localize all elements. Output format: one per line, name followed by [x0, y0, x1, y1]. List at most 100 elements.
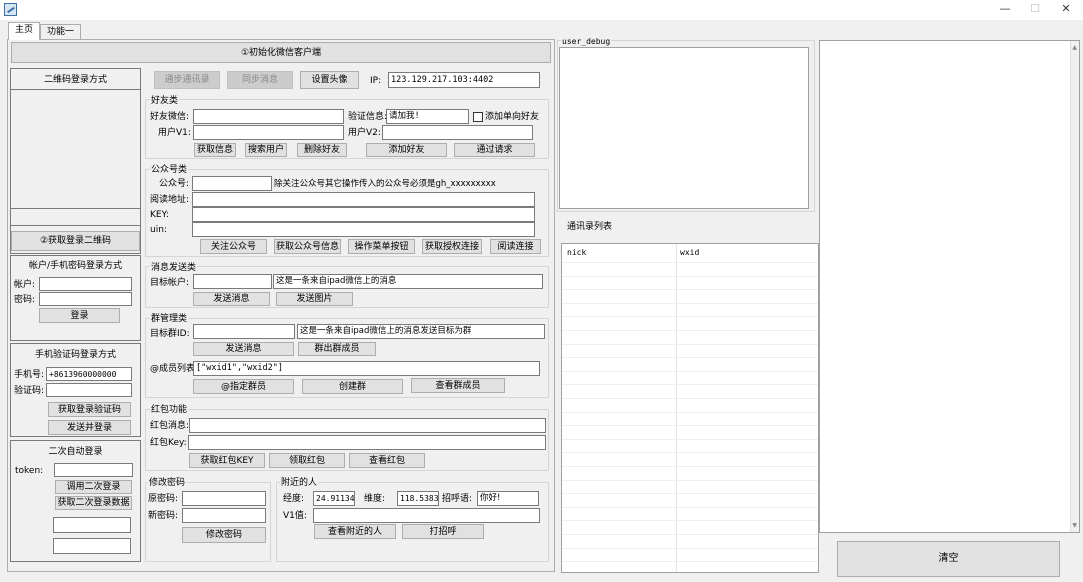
key-input[interactable]	[192, 207, 535, 222]
title-bar: — ☐ ✕	[0, 0, 1083, 20]
grid-line	[562, 262, 818, 263]
greeting-input[interactable]: 你好!	[477, 491, 539, 506]
read-url-input[interactable]	[192, 192, 535, 207]
one-way-label: 添加单向好友	[485, 112, 540, 122]
output-textbox[interactable]: ▲ ▼	[819, 40, 1080, 533]
phone-label: 手机号:	[14, 370, 45, 380]
read-link-button[interactable]: 阅读连接	[490, 239, 541, 254]
one-way-checkbox[interactable]	[473, 112, 483, 122]
members-label: @成员列表:	[150, 364, 199, 374]
auto-login-field-1[interactable]	[53, 517, 131, 533]
tab-home[interactable]: 主页	[8, 22, 41, 40]
grid-line	[562, 439, 818, 440]
at-members-button[interactable]: @指定群员	[193, 379, 294, 394]
receive-redpacket-button[interactable]: 领取红包	[269, 453, 345, 468]
get-auto-login-data-button[interactable]: 获取二次登录数据	[55, 496, 132, 510]
create-group-button[interactable]: 创建群	[302, 379, 403, 394]
contacts-list[interactable]: nick wxid	[561, 243, 819, 573]
get-redpacket-key-button[interactable]: 获取红包KEY	[189, 453, 265, 468]
grid-line	[562, 357, 818, 358]
code-input[interactable]	[46, 383, 132, 397]
delete-friend-button[interactable]: 删除好友	[297, 143, 347, 157]
redpacket-msg-input[interactable]	[189, 418, 546, 433]
view-nearby-button[interactable]: 查看附近的人	[314, 524, 396, 539]
official-group-title: 公众号类	[150, 164, 189, 176]
get-code-button[interactable]: 获取登录验证码	[48, 402, 131, 417]
clear-button[interactable]: 清空	[837, 541, 1060, 577]
contacts-grid	[562, 244, 818, 572]
nearby-v1-input[interactable]	[313, 508, 540, 523]
account-label: 帐户:	[14, 280, 36, 290]
new-password-input[interactable]	[182, 508, 266, 523]
say-hi-button[interactable]: 打招呼	[402, 524, 484, 539]
sync-contacts-button[interactable]: 通步通讯录	[154, 71, 220, 89]
uin-input[interactable]	[192, 222, 535, 237]
group-remove-member-button[interactable]: 群出群成员	[298, 342, 376, 356]
longitude-input[interactable]: 24.911349	[313, 491, 355, 506]
view-members-button[interactable]: 查看群成员	[411, 378, 505, 393]
send-image-button[interactable]: 发送图片	[276, 292, 353, 306]
members-input[interactable]: ["wxid1","wxid2"]	[193, 361, 540, 376]
group-send-message-button[interactable]: 发送消息	[193, 342, 294, 356]
tab-feature-one[interactable]: 功能一	[40, 24, 82, 40]
auto-login-field-2[interactable]	[53, 538, 131, 554]
view-redpacket-button[interactable]: 查看红包	[349, 453, 425, 468]
latitude-label: 维度:	[364, 494, 386, 504]
target-account-input[interactable]	[193, 274, 272, 289]
password-input[interactable]	[39, 292, 132, 306]
group-id-input[interactable]	[193, 324, 295, 339]
v2-input[interactable]	[382, 125, 533, 140]
get-official-info-button[interactable]: 获取公众号信息	[274, 239, 341, 254]
sync-messages-button[interactable]: 同步消息	[227, 71, 293, 89]
token-input[interactable]	[54, 463, 133, 477]
phone-input[interactable]: +8613960000000	[46, 367, 132, 381]
redpacket-msg-label: 红包消息:	[150, 421, 190, 431]
group-message-input[interactable]: 这是一条来自ipad微信上的消息发送目标为群	[297, 324, 545, 339]
add-friend-button[interactable]: 添加好友	[366, 143, 447, 157]
latitude-input[interactable]: 118.53836:	[397, 491, 439, 506]
debug-log[interactable]	[559, 47, 809, 209]
maximize-icon[interactable]: ☐	[1018, 2, 1052, 18]
v2-label: 用户V2:	[348, 128, 381, 138]
init-client-button[interactable]: ①初始化微信客户端	[11, 42, 551, 63]
divider	[10, 89, 141, 90]
grid-line	[562, 371, 818, 372]
menu-button-action-button[interactable]: 操作菜单按钮	[348, 239, 415, 254]
account-input[interactable]	[39, 277, 132, 291]
redpacket-title: 红包功能	[150, 404, 189, 416]
official-account-input[interactable]	[192, 176, 272, 191]
get-auth-link-button[interactable]: 获取授权连接	[422, 239, 482, 254]
contacts-title: 通讯录列表	[567, 222, 613, 232]
minimize-icon[interactable]: —	[988, 2, 1022, 18]
old-password-input[interactable]	[182, 491, 266, 506]
login-button[interactable]: 登录	[39, 308, 120, 323]
search-user-button[interactable]: 搜索用户	[245, 143, 287, 157]
change-password-button[interactable]: 修改密码	[182, 527, 266, 543]
friend-wxid-input[interactable]	[193, 109, 344, 124]
accept-request-button[interactable]: 通过请求	[454, 143, 535, 157]
scroll-up-icon[interactable]: ▲	[1072, 44, 1077, 51]
v1-input[interactable]	[193, 125, 344, 140]
grid-line	[562, 480, 818, 481]
ip-input[interactable]: 123.129.217.103:4402	[388, 72, 540, 88]
scrollbar[interactable]	[1070, 41, 1079, 532]
grid-line	[562, 289, 818, 290]
send-message-button[interactable]: 发送消息	[193, 292, 270, 306]
code-label: 验证码:	[14, 386, 45, 396]
grid-line	[562, 452, 818, 453]
get-info-button[interactable]: 获取信息	[194, 143, 236, 157]
friend-wxid-label: 好友微信:	[150, 112, 190, 122]
verify-input[interactable]: 请加我!	[386, 109, 469, 124]
scroll-down-icon[interactable]: ▼	[1072, 522, 1077, 529]
longitude-label: 经度:	[283, 494, 305, 504]
get-qr-button[interactable]: ②获取登录二维码	[11, 231, 140, 251]
set-avatar-button[interactable]: 设置头像	[300, 71, 359, 89]
close-icon[interactable]: ✕	[1049, 2, 1083, 18]
grid-line	[562, 534, 818, 535]
follow-official-button[interactable]: 关注公众号	[200, 239, 267, 254]
redpacket-key-input[interactable]	[188, 435, 546, 450]
call-auto-login-button[interactable]: 调用二次登录	[55, 480, 132, 494]
message-content-input[interactable]: 这是一条来自ipad微信上的消息	[273, 274, 543, 289]
send-login-button[interactable]: 发送并登录	[48, 420, 131, 435]
official-account-hint: 除关注公众号其它操作传入的公众号必须是gh_xxxxxxxxx	[274, 179, 496, 189]
